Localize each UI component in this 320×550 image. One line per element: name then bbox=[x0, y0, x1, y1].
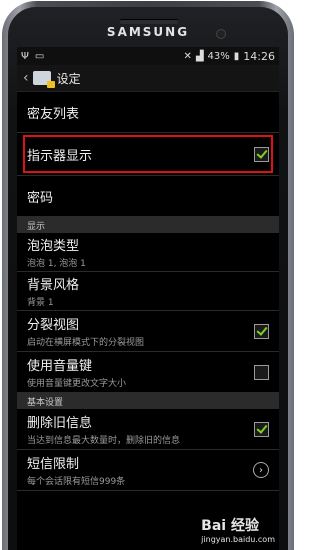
list-item-delete-old[interactable]: 删除旧信息 当达到信息最大数量时，删除旧的信息 bbox=[17, 409, 279, 450]
clock: 14:26 bbox=[243, 49, 275, 63]
delete-old-checkbox[interactable] bbox=[254, 421, 269, 437]
section-header-display: 显示 bbox=[17, 217, 279, 233]
watermark: Bai 经验 jingyan.baidu.com bbox=[201, 515, 275, 544]
list-item-background-style[interactable]: 背景风格 背景 1 bbox=[17, 272, 279, 311]
item-title: 泡泡类型 bbox=[27, 239, 80, 254]
screen: Ψ ▭ ✕ ▟ 43% ▮ 14:26 ‹ 设定 密友列表 指示器显示 密码 显… bbox=[17, 47, 279, 550]
chevron-left-icon[interactable]: ‹ bbox=[23, 70, 29, 86]
page-title: 设定 bbox=[56, 71, 81, 86]
item-summary: 当达到信息最大数量时，删除旧的信息 bbox=[27, 436, 181, 446]
split-view-checkbox[interactable] bbox=[254, 323, 269, 339]
watermark-text: Bai 经验 bbox=[201, 518, 259, 534]
speaker-grille bbox=[120, 19, 178, 24]
list-item-bubble-type[interactable]: 泡泡类型 泡泡 1, 泡泡 1 bbox=[17, 233, 279, 272]
list-item-password[interactable]: 密码 bbox=[17, 176, 279, 217]
item-summary: 启动在横屏模式下的分裂视图 bbox=[27, 338, 145, 348]
front-camera bbox=[216, 29, 226, 39]
item-summary: 使用音量键更改文字大小 bbox=[27, 379, 127, 389]
signal-icon: ▟ bbox=[195, 50, 204, 62]
list-item-split-view[interactable]: 分裂视图 启动在横屏模式下的分裂视图 bbox=[17, 311, 279, 352]
watermark-url: jingyan.baidu.com bbox=[201, 535, 275, 544]
list-item-volume-key[interactable]: 使用音量键 使用音量键更改文字大小 bbox=[17, 352, 279, 393]
list-item-indicator-display[interactable]: 指示器显示 bbox=[17, 133, 279, 176]
item-title: 短信限制 bbox=[27, 457, 80, 472]
item-title: 密友列表 bbox=[27, 106, 80, 122]
item-title: 分裂视图 bbox=[27, 318, 80, 333]
section-header-basic: 基本设置 bbox=[17, 393, 279, 409]
item-title: 使用音量键 bbox=[27, 359, 93, 374]
volume-key-checkbox[interactable] bbox=[254, 364, 269, 380]
item-summary: 每个会话限有短信999条 bbox=[27, 477, 126, 487]
mute-icon: ✕ bbox=[183, 50, 192, 62]
action-bar[interactable]: ‹ 设定 bbox=[17, 65, 279, 92]
message-lock-icon bbox=[32, 71, 55, 88]
item-title: 指示器显示 bbox=[27, 148, 93, 164]
item-title: 删除旧信息 bbox=[27, 416, 93, 431]
indicator-checkbox[interactable] bbox=[254, 146, 269, 162]
chevron-right-icon[interactable]: › bbox=[253, 462, 269, 478]
list-item-friend-list[interactable]: 密友列表 bbox=[17, 92, 279, 133]
list-item-sms-limit[interactable]: 短信限制 每个会话限有短信999条 › bbox=[17, 450, 279, 491]
item-summary: 泡泡 1, 泡泡 1 bbox=[27, 259, 86, 269]
brand-label: SAMSUNG bbox=[106, 25, 190, 39]
image-icon: ▭ bbox=[34, 50, 45, 62]
item-title: 密码 bbox=[27, 190, 54, 206]
item-summary: 背景 1 bbox=[27, 298, 54, 308]
usb-icon: Ψ bbox=[21, 50, 29, 62]
battery-percent: 43% bbox=[207, 50, 230, 62]
item-title: 背景风格 bbox=[27, 278, 80, 293]
status-bar: Ψ ▭ ✕ ▟ 43% ▮ 14:26 bbox=[17, 47, 279, 65]
battery-icon: ▮ bbox=[233, 50, 240, 62]
